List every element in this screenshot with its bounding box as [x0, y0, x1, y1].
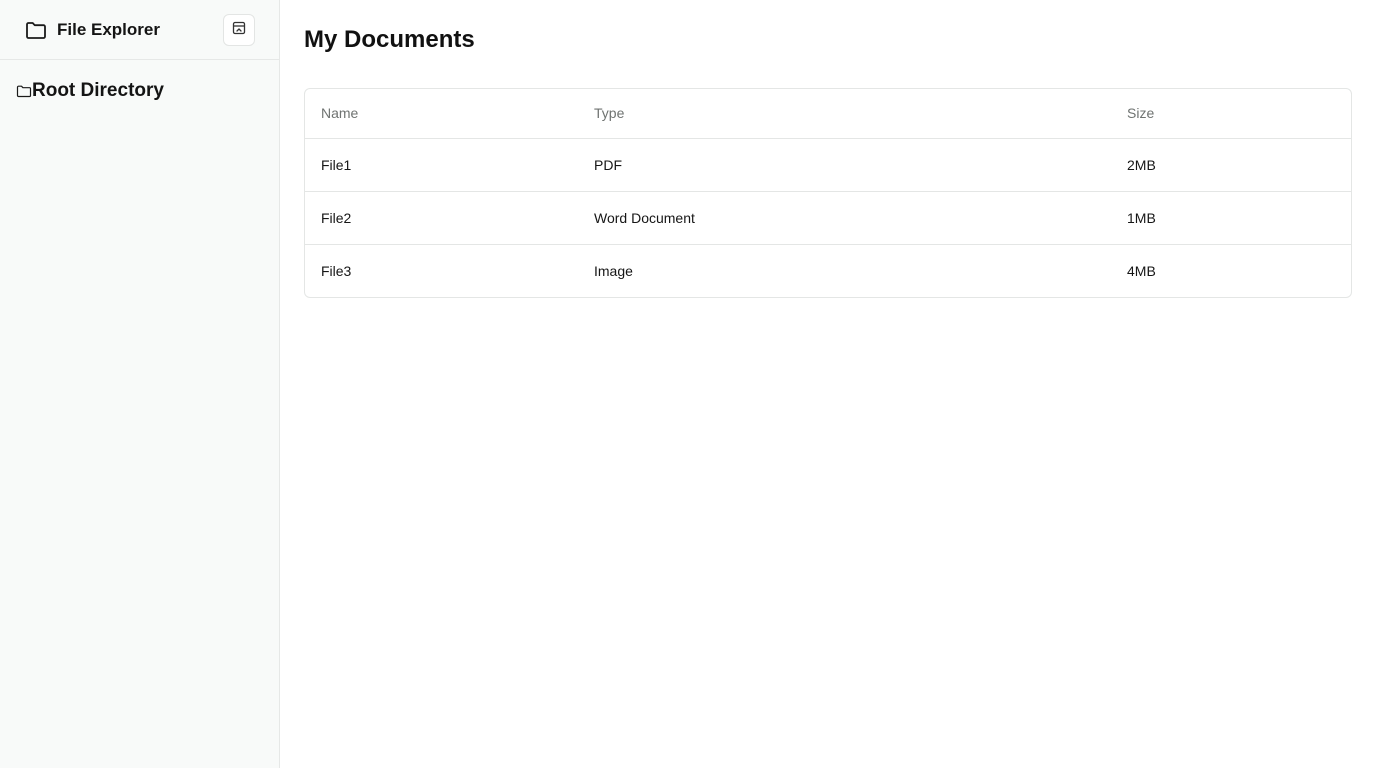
panel-collapse-icon: [232, 21, 246, 38]
sidebar-collapse-button[interactable]: [223, 13, 255, 46]
folder-icon: [24, 18, 48, 42]
sidebar-header: File Explorer: [0, 0, 279, 60]
column-header-name[interactable]: Name: [305, 89, 578, 139]
file-type-cell: Word Document: [578, 191, 1111, 245]
tree-item-label: Root Directory: [32, 80, 164, 101]
table-row[interactable]: File2 Word Document 1MB: [305, 191, 1351, 245]
sidebar: File Explorer Root Directory: [0, 0, 280, 768]
page-title: My Documents: [304, 26, 475, 53]
app-window: File Explorer Root Directory My Document…: [0, 0, 1376, 768]
table-row[interactable]: File3 Image 4MB: [305, 244, 1351, 297]
file-name-cell: File1: [305, 138, 578, 192]
file-name-cell: File3: [321, 262, 352, 279]
sidebar-brand: File Explorer: [24, 18, 160, 42]
file-type-cell: PDF: [578, 138, 1111, 192]
file-size-cell: 1MB: [1111, 191, 1351, 245]
directory-tree: Root Directory: [0, 60, 279, 122]
file-table: Name Type Size File1 PDF 2MB File2 Word …: [305, 89, 1351, 297]
main-content: My Documents Name Type Size File1 PDF 2M…: [280, 0, 1376, 768]
tree-item-root-directory[interactable]: Root Directory: [16, 80, 263, 102]
table-header-row: Name Type Size: [305, 89, 1351, 139]
column-header-type[interactable]: Type: [578, 89, 1111, 139]
table-row[interactable]: File1 PDF 2MB: [305, 138, 1351, 192]
column-header-size[interactable]: Size: [1111, 89, 1351, 139]
folder-icon: [16, 83, 32, 99]
file-name-cell: File2: [305, 191, 578, 245]
file-size-cell: 4MB: [1127, 262, 1156, 279]
file-size-cell: 2MB: [1111, 138, 1351, 192]
sidebar-title: File Explorer: [57, 19, 160, 39]
file-table-card: Name Type Size File1 PDF 2MB File2 Word …: [304, 88, 1352, 298]
file-type-cell: Image: [594, 262, 633, 279]
